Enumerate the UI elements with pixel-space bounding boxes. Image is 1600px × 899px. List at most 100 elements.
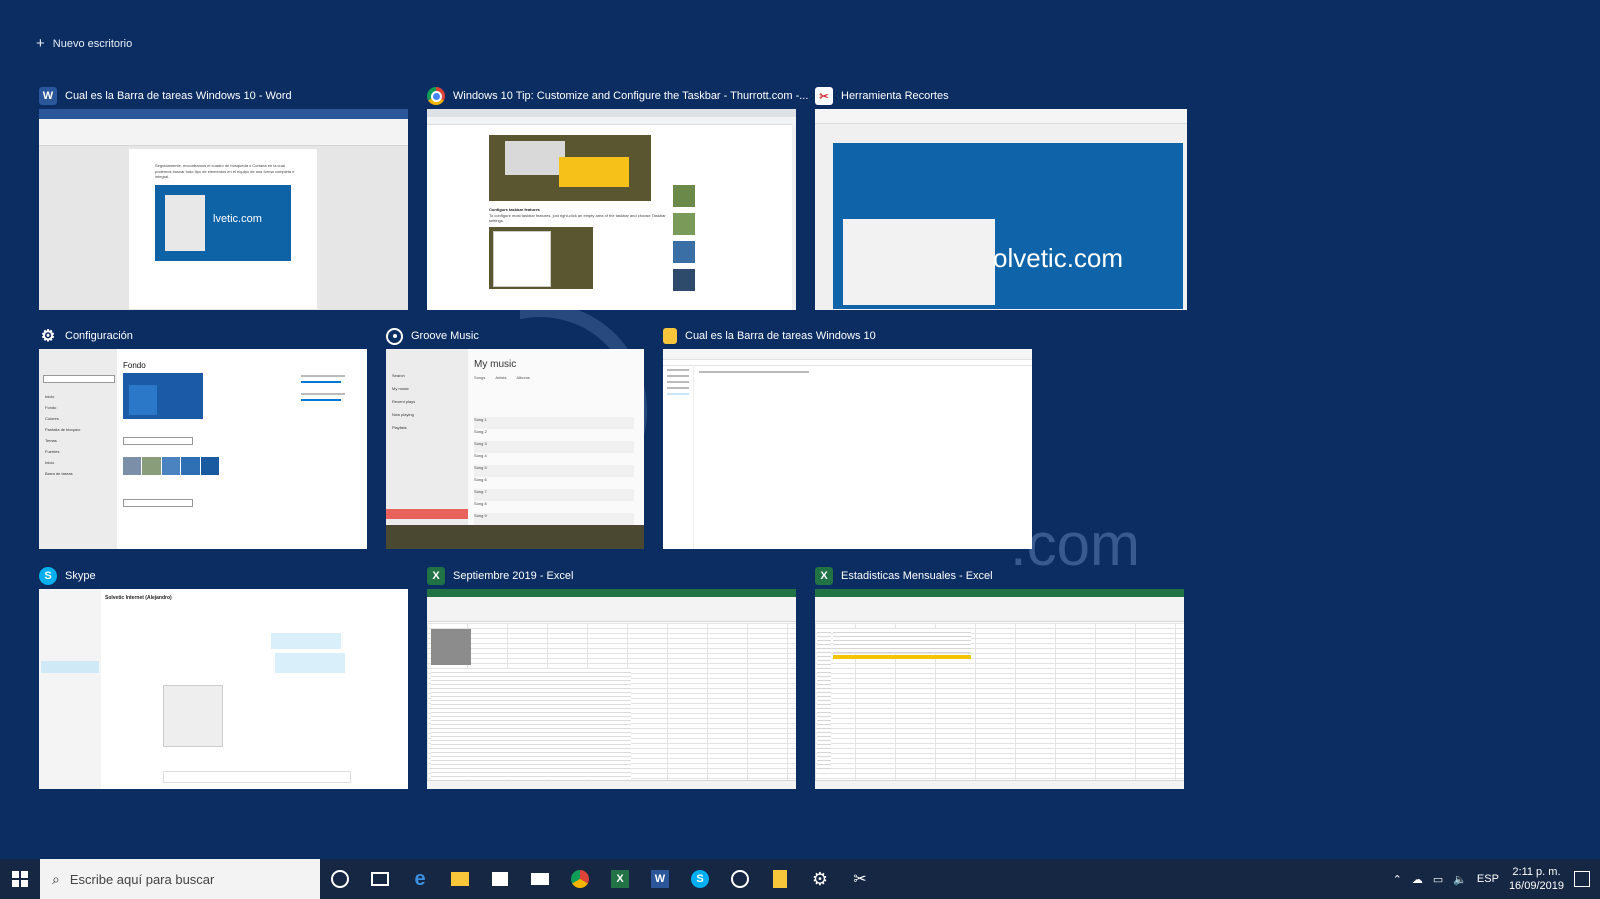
task-view-icon[interactable] (360, 859, 400, 899)
window-title: Herramienta Recortes (841, 90, 949, 102)
song-row[interactable]: Song 6 (474, 477, 634, 489)
nav-item[interactable]: Pantalla de bloqueo (45, 424, 80, 435)
dropdown[interactable] (123, 437, 193, 445)
window-groove-music[interactable]: Groove Music Search My music Recent play… (386, 325, 644, 549)
ribbon (815, 597, 1184, 622)
song-row[interactable]: Song 2 (474, 429, 634, 441)
notepad-icon[interactable] (760, 859, 800, 899)
chevron-up-icon[interactable]: ⌃ (1393, 873, 1402, 886)
settings-heading: Fondo (123, 361, 146, 370)
window-file-explorer[interactable]: Cual es la Barra de tareas Windows 10 (663, 325, 1032, 549)
window-thumbnail: Search My music Recent plays Now playing… (386, 349, 644, 549)
song-row[interactable]: Song 7 (474, 489, 634, 501)
sheet-tabs (427, 780, 796, 789)
window-word[interactable]: W Cual es la Barra de tareas Windows 10 … (39, 85, 408, 310)
window-skype[interactable]: S Skype Solvetic Internet (Alejandro) (39, 565, 408, 789)
contacts-pane (39, 589, 101, 789)
search-placeholder: Escribe aquí para buscar (69, 871, 215, 887)
snip-logo: olvetic.com (993, 243, 1124, 273)
settings-icon[interactable]: ⚙ (800, 859, 840, 899)
window-thumbnail (427, 589, 796, 789)
nav-item[interactable]: Now playing (392, 408, 415, 421)
window-settings[interactable]: ⚙ Configuración Inicio Fondo Colores Pan… (39, 325, 367, 549)
window-title-bar: Groove Music (386, 325, 479, 347)
window-snipping-tool[interactable]: ✂ Herramienta Recortes olvetic.com (815, 85, 1187, 310)
song-row[interactable]: Song 5 (474, 465, 634, 477)
song-row[interactable]: Song 4 (474, 453, 634, 465)
window-chrome[interactable]: Windows 10 Tip: Customize and Configure … (427, 85, 808, 310)
window-title: Cual es la Barra de tareas Windows 10 (685, 330, 876, 342)
snipping-tool-icon[interactable]: ✂ (840, 859, 880, 899)
skype-icon[interactable]: S (680, 859, 720, 899)
nav-item[interactable]: Inicio (45, 457, 80, 468)
network-icon[interactable]: ▭ (1433, 873, 1443, 886)
nav-item[interactable]: Playlists (392, 421, 415, 434)
snip-image: olvetic.com (833, 143, 1183, 309)
plus-icon: + (36, 35, 45, 52)
sidebar-thumbnails (673, 185, 733, 295)
window-title-bar: W Cual es la Barra de tareas Windows 10 … (39, 85, 292, 107)
new-desktop-button[interactable]: + Nuevo escritorio (36, 36, 132, 51)
nav-item[interactable]: Search (392, 369, 415, 382)
navigation-pane (663, 365, 694, 549)
window-thumbnail: Configure taskbar features To configure … (427, 109, 796, 310)
cortana-icon[interactable] (320, 859, 360, 899)
song-row[interactable]: Song 1 (474, 417, 634, 429)
word-icon[interactable]: W (640, 859, 680, 899)
data-block (833, 629, 971, 653)
window-thumbnail: Inicio Fondo Colores Pantalla de bloqueo… (39, 349, 367, 549)
language-indicator[interactable]: ESP (1477, 873, 1499, 885)
nav-item[interactable]: Temas (45, 435, 80, 446)
ribbon (39, 119, 408, 146)
song-row[interactable]: Song 9 (474, 513, 634, 525)
window-thumbnail (815, 589, 1184, 789)
folder-icon (663, 328, 677, 344)
groove-icon (386, 327, 403, 345)
ribbon (427, 597, 796, 622)
article-image-2 (489, 227, 593, 289)
tab-artists[interactable]: Artists (495, 375, 506, 380)
document-image-logo: lvetic.com (213, 213, 262, 225)
window-title-bar: Windows 10 Tip: Customize and Configure … (427, 85, 808, 107)
nav-item[interactable]: Fuentes (45, 446, 80, 457)
volume-icon[interactable]: 🔈 (1453, 873, 1467, 886)
groove-icon[interactable] (720, 859, 760, 899)
nav-item[interactable]: My music (392, 382, 415, 395)
snipping-tool-icon: ✂ (815, 87, 833, 105)
window-excel-estadisticas[interactable]: X Estadisticas Mensuales - Excel (815, 565, 1184, 789)
onedrive-icon[interactable]: ☁ (1412, 873, 1423, 886)
document-text: Seguidamente, encontramos el cuadro de b… (155, 163, 295, 179)
window-thumbnail: Seguidamente, encontramos el cuadro de b… (39, 109, 408, 310)
start-button[interactable] (0, 859, 40, 899)
store-icon[interactable] (480, 859, 520, 899)
song-row[interactable]: Song 8 (474, 501, 634, 513)
notifications-icon[interactable] (1574, 871, 1590, 887)
clock[interactable]: 2:11 p. m. 16/09/2019 (1509, 865, 1564, 893)
groove-nav: Search My music Recent plays Now playing… (386, 349, 468, 525)
taskbar-search[interactable]: ⌕ Escribe aquí para buscar (40, 859, 320, 899)
nav-item[interactable]: Barra de tareas (45, 468, 80, 479)
tab-songs[interactable]: Songs (474, 375, 485, 380)
word-icon: W (39, 87, 57, 105)
article-image (489, 135, 651, 201)
mail-icon[interactable] (520, 859, 560, 899)
dropdown[interactable] (123, 499, 193, 507)
window-thumbnail: olvetic.com (815, 109, 1187, 310)
song-row[interactable]: Song 3 (474, 441, 634, 453)
toolbar (815, 109, 1187, 124)
nav-item[interactable]: Recent plays (392, 395, 415, 408)
chat-title: Solvetic Internet (Alejandro) (105, 595, 172, 601)
document-page: Seguidamente, encontramos el cuadro de b… (129, 149, 317, 309)
nav-item[interactable]: Fondo (45, 402, 80, 413)
search-icon: ⌕ (52, 870, 60, 887)
edge-icon[interactable]: e (400, 859, 440, 899)
nav-item[interactable]: Inicio (45, 391, 80, 402)
tab-albums[interactable]: Albums (516, 375, 529, 380)
window-title: Configuración (65, 330, 133, 342)
nav-item[interactable]: Colores (45, 413, 80, 424)
window-excel-septiembre[interactable]: X Septiembre 2019 - Excel (427, 565, 796, 789)
file-explorer-icon[interactable] (440, 859, 480, 899)
chrome-icon[interactable] (560, 859, 600, 899)
excel-icon[interactable]: X (600, 859, 640, 899)
image-choices (123, 457, 220, 475)
